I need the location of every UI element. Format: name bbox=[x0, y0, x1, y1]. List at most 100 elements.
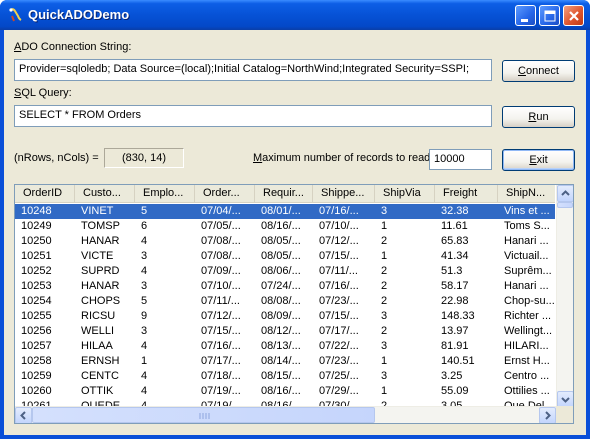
table-cell: 1 bbox=[381, 385, 388, 397]
table-row[interactable]: 10257 HILAA 4 07/16/... 08/13/... 07/22/... 3 8… bbox=[15, 339, 555, 354]
table-cell: 3 bbox=[381, 370, 388, 382]
table-cell: Vins et ... bbox=[504, 205, 550, 217]
table-cell: 07/23/... bbox=[319, 295, 359, 307]
table-cell: TOMSP bbox=[81, 220, 120, 232]
table-cell: 2 bbox=[381, 325, 388, 337]
run-button[interactable]: Run bbox=[502, 106, 575, 128]
table-cell: 81.91 bbox=[441, 340, 469, 352]
table-cell: 07/15/... bbox=[319, 250, 359, 262]
table-row[interactable]: 10249 TOMSP 6 07/05/... 08/16/... 07/10/... 1 1… bbox=[15, 219, 555, 234]
table-row[interactable]: 10255 RICSU 9 07/12/... 08/09/... 07/15/... 3 1… bbox=[15, 309, 555, 324]
table-cell: 55.09 bbox=[441, 385, 469, 397]
column-header[interactable]: Emplo... bbox=[135, 185, 195, 203]
table-cell: 08/16/... bbox=[261, 220, 301, 232]
table-cell: CHOPS bbox=[81, 295, 121, 307]
column-header[interactable]: Order... bbox=[195, 185, 255, 203]
table-cell: 10260 bbox=[21, 385, 52, 397]
table-cell: 4 bbox=[141, 385, 148, 397]
table-cell: 07/16/... bbox=[319, 205, 359, 217]
table-row[interactable]: 10251 VICTE 3 07/08/... 08/05/... 07/15/... 1 4… bbox=[15, 249, 555, 264]
scroll-right-button[interactable] bbox=[539, 407, 556, 423]
close-button[interactable] bbox=[563, 5, 584, 26]
table-cell: 3 bbox=[381, 205, 388, 217]
sql-query-label: SQL Query: bbox=[14, 87, 72, 99]
table-row[interactable]: 10248 VINET 5 07/04/... 08/01/... 07/16/... 3 3… bbox=[15, 204, 555, 219]
exit-button[interactable]: Exit bbox=[502, 149, 575, 171]
table-cell: 4 bbox=[141, 340, 148, 352]
table-cell: 140.51 bbox=[441, 355, 475, 367]
rows-cols-label: (nRows, nCols) = bbox=[14, 152, 99, 164]
maximize-button[interactable] bbox=[539, 5, 560, 26]
table-row[interactable]: 10253 HANAR 3 07/10/... 07/24/... 07/16/... 2 5… bbox=[15, 279, 555, 294]
table-cell: 08/06/... bbox=[261, 265, 301, 277]
chevron-left-icon bbox=[20, 411, 26, 420]
column-header[interactable]: ShipVia bbox=[375, 185, 435, 203]
table-row[interactable]: 10259 CENTC 4 07/18/... 08/15/... 07/25/... 3 3… bbox=[15, 369, 555, 384]
table-cell: 07/12/... bbox=[319, 235, 359, 247]
connect-button[interactable]: Connect bbox=[502, 60, 575, 82]
table-cell: 3 bbox=[141, 280, 148, 292]
table-cell: 07/16/... bbox=[319, 280, 359, 292]
table-cell: 07/23/... bbox=[319, 355, 359, 367]
table-cell: Wellingt... bbox=[504, 325, 553, 337]
table-cell: 4 bbox=[141, 235, 148, 247]
column-header[interactable]: OrderID bbox=[15, 185, 75, 203]
scroll-left-button[interactable] bbox=[15, 407, 32, 423]
column-header[interactable]: Custo... bbox=[75, 185, 135, 203]
grid-header: OrderID Custo... Emplo... Order... Requir...… bbox=[15, 185, 558, 203]
table-cell: 10254 bbox=[21, 295, 52, 307]
table-cell: 08/08/... bbox=[261, 295, 301, 307]
table-cell: 65.83 bbox=[441, 235, 469, 247]
results-grid[interactable]: OrderID Custo... Emplo... Order... Requir...… bbox=[14, 184, 574, 424]
column-header[interactable]: Requir... bbox=[255, 185, 313, 203]
table-cell: 07/11/... bbox=[319, 265, 358, 277]
horizontal-scrollbar[interactable] bbox=[15, 406, 556, 423]
table-cell: HANAR bbox=[81, 280, 120, 292]
grid-rows[interactable]: 10248 VINET 5 07/04/... 08/01/... 07/16/... 3 3… bbox=[15, 204, 555, 408]
table-row[interactable]: 10256 WELLI 3 07/15/... 08/12/... 07/17/... 2 1… bbox=[15, 324, 555, 339]
column-header[interactable]: ShipN... bbox=[498, 185, 558, 203]
table-row[interactable]: 10250 HANAR 4 07/08/... 08/05/... 07/12/... 2 6… bbox=[15, 234, 555, 249]
max-records-input[interactable]: 10000 bbox=[429, 149, 492, 170]
title-bar[interactable]: QuickADODemo bbox=[0, 0, 590, 30]
table-cell: 10255 bbox=[21, 310, 52, 322]
table-cell: HANAR bbox=[81, 235, 120, 247]
table-cell: Ernst H... bbox=[504, 355, 550, 367]
column-header[interactable]: Freight bbox=[435, 185, 498, 203]
table-cell: 07/19/... bbox=[201, 385, 241, 397]
table-cell: 07/22/... bbox=[319, 340, 359, 352]
app-icon bbox=[9, 8, 22, 22]
table-cell: HILAA bbox=[81, 340, 113, 352]
maximize-icon bbox=[544, 10, 556, 22]
table-cell: 08/13/... bbox=[261, 340, 301, 352]
minimize-icon bbox=[521, 19, 528, 22]
vertical-scroll-thumb[interactable] bbox=[557, 202, 573, 208]
table-cell: 07/05/... bbox=[201, 220, 241, 232]
connection-string-input[interactable]: Provider=sqloledb; Data Source=(local);I… bbox=[14, 59, 492, 81]
table-row[interactable]: 10260 OTTIK 4 07/19/... 08/16/... 07/29/... 1 5… bbox=[15, 384, 555, 399]
table-cell: 07/18/... bbox=[201, 370, 241, 382]
table-cell: 10257 bbox=[21, 340, 52, 352]
table-cell: 13.97 bbox=[441, 325, 469, 337]
rows-cols-value: (830, 14) bbox=[104, 148, 184, 168]
table-cell: 10249 bbox=[21, 220, 52, 232]
table-cell: 07/08/... bbox=[201, 235, 241, 247]
table-cell: 2 bbox=[381, 235, 388, 247]
sql-query-input[interactable]: SELECT * FROM Orders bbox=[14, 105, 492, 127]
table-cell: 07/04/... bbox=[201, 205, 241, 217]
table-cell: 9 bbox=[141, 310, 148, 322]
table-cell: 10250 bbox=[21, 235, 52, 247]
table-cell: 1 bbox=[141, 355, 148, 367]
table-cell: 5 bbox=[141, 295, 148, 307]
table-row[interactable]: 10254 CHOPS 5 07/11/... 08/08/... 07/23/... 2 2… bbox=[15, 294, 555, 309]
column-header[interactable]: Shippe... bbox=[313, 185, 375, 203]
table-cell: 2 bbox=[381, 295, 388, 307]
window-title: QuickADODemo bbox=[28, 7, 130, 22]
table-cell: 3 bbox=[381, 310, 388, 322]
minimize-button[interactable] bbox=[515, 5, 536, 26]
horizontal-scroll-thumb[interactable] bbox=[32, 407, 375, 423]
table-row[interactable]: 10258 ERNSH 1 07/17/... 08/14/... 07/23/... 1 1… bbox=[15, 354, 555, 369]
scroll-up-button[interactable] bbox=[557, 185, 573, 202]
vertical-scrollbar[interactable] bbox=[556, 185, 573, 408]
table-row[interactable]: 10252 SUPRD 4 07/09/... 08/06/... 07/11/... 2 5… bbox=[15, 264, 555, 279]
